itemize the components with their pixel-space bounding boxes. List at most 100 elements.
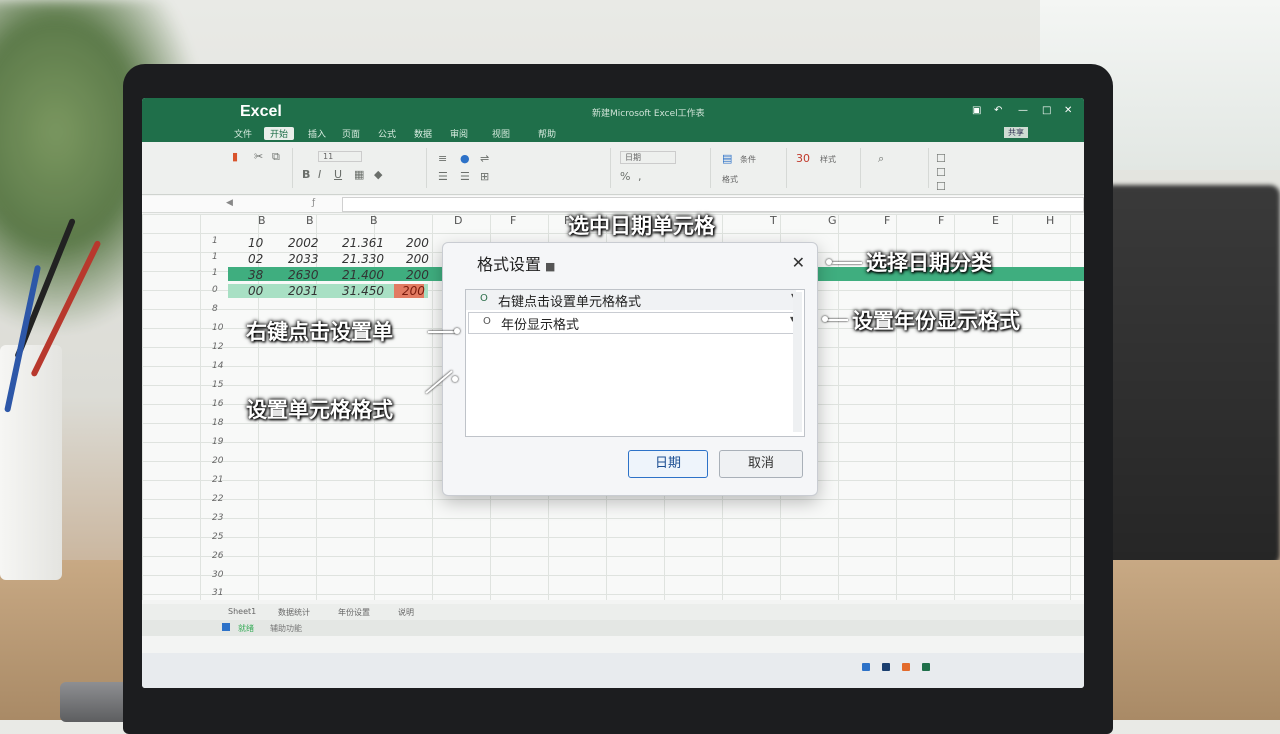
column-header[interactable]: H bbox=[1046, 214, 1054, 230]
column-header[interactable]: B bbox=[258, 214, 266, 230]
row-header[interactable]: 12 bbox=[212, 342, 223, 352]
cell[interactable]: 10 bbox=[248, 236, 263, 250]
column-header[interactable]: B bbox=[306, 214, 314, 230]
option-list[interactable]: O 右键点击设置单元格格式 ▾ O 年份显示格式 ▾ bbox=[465, 289, 805, 437]
tab-review[interactable]: 审阅 bbox=[450, 127, 468, 140]
insert-cells-icon[interactable]: 30 bbox=[796, 152, 810, 165]
cell[interactable]: 21.361 bbox=[342, 236, 384, 250]
column-header[interactable]: E bbox=[992, 214, 999, 230]
sheet-tab[interactable]: Sheet1 bbox=[228, 607, 256, 616]
font-size-select[interactable]: 11 bbox=[318, 151, 363, 162]
cell[interactable]: 200 bbox=[406, 252, 429, 266]
minimize-icon[interactable]: — bbox=[1018, 105, 1028, 116]
percent-icon[interactable]: % bbox=[620, 170, 630, 183]
row-header[interactable]: 22 bbox=[212, 494, 223, 504]
tab-home[interactable]: 开始 bbox=[264, 127, 295, 140]
tab-view[interactable]: 视图 bbox=[492, 127, 510, 140]
row-header[interactable]: 8 bbox=[212, 304, 218, 314]
column-header[interactable]: F bbox=[938, 214, 944, 230]
sheet-tab[interactable]: 数据统计 bbox=[278, 607, 310, 618]
app-icon[interactable] bbox=[882, 663, 890, 671]
checkbox-icon[interactable]: ☐ bbox=[936, 152, 946, 165]
column-header[interactable]: D bbox=[454, 214, 462, 230]
tab-help[interactable]: 帮助 bbox=[538, 127, 556, 140]
tab-page-layout[interactable]: 页面 bbox=[342, 127, 360, 140]
tab-insert[interactable]: 插入 bbox=[308, 127, 326, 140]
cell[interactable]: 200 bbox=[406, 236, 429, 250]
cell[interactable]: 00 bbox=[248, 284, 263, 298]
option-item[interactable]: O 右键点击设置单元格格式 ▾ bbox=[466, 290, 796, 310]
column-header[interactable]: T bbox=[770, 214, 777, 230]
align-top-icon[interactable]: ≡ bbox=[438, 152, 447, 165]
copy-icon[interactable]: ⧉ bbox=[272, 150, 280, 164]
fill-color-icon[interactable]: ◆ bbox=[374, 168, 382, 181]
wrap-text-icon[interactable]: ⇌ bbox=[480, 152, 489, 165]
column-header[interactable]: F bbox=[884, 214, 890, 230]
row-header[interactable]: 19 bbox=[212, 437, 223, 447]
italic-icon[interactable]: I bbox=[318, 168, 321, 181]
close-window-icon[interactable]: ✕ bbox=[1064, 105, 1072, 116]
cell[interactable]: 200 bbox=[402, 284, 425, 298]
checkbox-icon[interactable]: ☐ bbox=[936, 180, 946, 193]
row-header[interactable]: 10 bbox=[212, 323, 223, 333]
row-header[interactable]: 25 bbox=[212, 532, 223, 542]
style-label[interactable]: 条件 bbox=[740, 154, 756, 165]
row-header[interactable]: 30 bbox=[212, 570, 223, 580]
undo-icon[interactable]: ↶ bbox=[994, 105, 1002, 116]
close-icon[interactable]: ✕ bbox=[792, 253, 805, 272]
orientation-icon[interactable]: ● bbox=[460, 152, 470, 165]
app-icon[interactable] bbox=[902, 663, 910, 671]
row-header[interactable]: 15 bbox=[212, 380, 223, 390]
column-header[interactable]: G bbox=[828, 214, 837, 230]
row-header[interactable]: 1 bbox=[212, 236, 218, 246]
row-header[interactable]: 31 bbox=[212, 588, 223, 598]
cell[interactable]: 21.330 bbox=[342, 252, 384, 266]
row-header[interactable]: 20 bbox=[212, 456, 223, 466]
row-header[interactable]: 18 bbox=[212, 418, 223, 428]
sheet-tab[interactable]: 年份设置 bbox=[338, 607, 370, 618]
align-left-icon[interactable]: ☰ bbox=[438, 170, 448, 183]
find-icon[interactable]: ⌕ bbox=[878, 152, 884, 166]
conditional-format-icon[interactable]: ▤ bbox=[722, 152, 732, 165]
fx-icon[interactable]: ƒ bbox=[312, 198, 315, 208]
cell[interactable]: 2031 bbox=[288, 284, 319, 298]
tab-data[interactable]: 数据 bbox=[414, 127, 432, 140]
row-header[interactable]: 21 bbox=[212, 475, 223, 485]
cut-icon[interactable]: ✂ bbox=[254, 150, 263, 163]
cell[interactable]: 21.400 bbox=[342, 268, 384, 282]
radio-icon[interactable]: O bbox=[483, 316, 491, 327]
cell[interactable]: 2033 bbox=[288, 252, 319, 266]
border-icon[interactable]: ▦ bbox=[354, 168, 364, 181]
row-header[interactable]: 26 bbox=[212, 551, 223, 561]
cell[interactable]: 38 bbox=[248, 268, 263, 282]
radio-icon[interactable]: O bbox=[480, 293, 488, 304]
tab-formulas[interactable]: 公式 bbox=[378, 127, 396, 140]
maximize-icon[interactable]: □ bbox=[1042, 105, 1051, 116]
cell[interactable]: 200 bbox=[406, 268, 429, 282]
cell[interactable]: 2630 bbox=[288, 268, 319, 282]
cell[interactable]: 2002 bbox=[288, 236, 319, 250]
row-header[interactable]: 16 bbox=[212, 399, 223, 409]
ok-button[interactable]: 日期 bbox=[628, 450, 708, 478]
app-icon[interactable] bbox=[862, 663, 870, 671]
scrollbar[interactable] bbox=[793, 292, 802, 432]
cell[interactable]: 02 bbox=[248, 252, 263, 266]
bold-icon[interactable]: B bbox=[302, 168, 310, 181]
underline-icon[interactable]: U bbox=[334, 168, 342, 181]
style-label[interactable]: 样式 bbox=[820, 154, 836, 165]
merge-icon[interactable]: ⊞ bbox=[480, 170, 489, 183]
row-header[interactable]: 14 bbox=[212, 361, 223, 371]
row-header[interactable]: 1 bbox=[212, 252, 218, 262]
style-label[interactable]: 格式 bbox=[722, 174, 738, 185]
checkbox-icon[interactable]: ☐ bbox=[936, 166, 946, 179]
row-header[interactable]: 0 bbox=[212, 285, 218, 295]
excel-taskbar-icon[interactable] bbox=[922, 663, 930, 671]
number-format-select[interactable]: 日期 bbox=[620, 151, 676, 164]
paste-icon[interactable]: ▮ bbox=[232, 150, 238, 163]
share-button[interactable]: 共享 bbox=[1004, 127, 1028, 138]
sheet-tab[interactable]: 说明 bbox=[398, 607, 414, 618]
column-header[interactable]: B bbox=[370, 214, 378, 230]
align-center-icon[interactable]: ☰ bbox=[460, 170, 470, 183]
column-header[interactable]: F bbox=[510, 214, 516, 230]
comma-icon[interactable]: , bbox=[638, 170, 642, 183]
